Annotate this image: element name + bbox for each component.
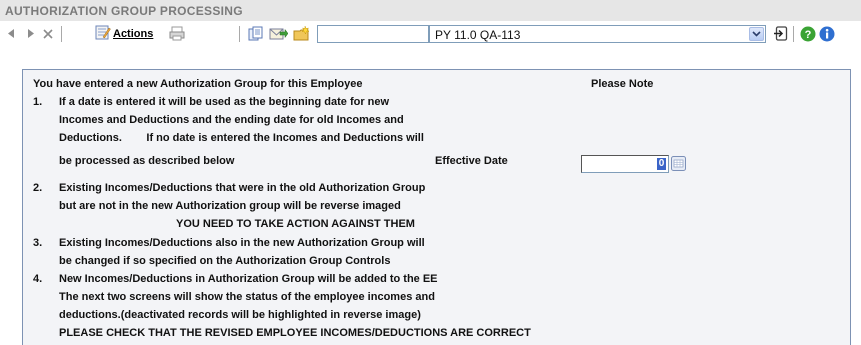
item-1-line: Deductions. If no date is entered the In… bbox=[59, 132, 424, 144]
send-mail-icon[interactable] bbox=[268, 25, 288, 42]
chevron-down-icon[interactable] bbox=[749, 27, 764, 41]
toolbar-separator bbox=[793, 26, 794, 42]
notice-intro: You have entered a new Authorization Gro… bbox=[33, 78, 363, 90]
search-input[interactable] bbox=[317, 25, 429, 43]
item-number: 1. bbox=[33, 96, 43, 108]
item-3-line: be changed if so specified on the Author… bbox=[59, 255, 391, 267]
close-icon[interactable] bbox=[42, 25, 54, 42]
print-icon[interactable] bbox=[168, 25, 186, 42]
toolbar-separator bbox=[239, 26, 240, 42]
item-2-line: Existing Incomes/Deductions that were in… bbox=[59, 182, 426, 194]
new-folder-icon[interactable] bbox=[292, 25, 310, 42]
item-number: 4. bbox=[33, 273, 43, 285]
item-number: 3. bbox=[33, 237, 43, 249]
copy-document-icon[interactable] bbox=[247, 25, 265, 42]
effective-date-label: Effective Date bbox=[435, 155, 508, 167]
svg-text:?: ? bbox=[805, 29, 812, 41]
page-title: AUTHORIZATION GROUP PROCESSING bbox=[5, 4, 243, 18]
actions-menu-button[interactable]: Actions bbox=[95, 25, 154, 43]
item-2-line: but are not in the new Authorization gro… bbox=[59, 200, 401, 212]
item-1-line: Incomes and Deductions and the ending da… bbox=[59, 114, 404, 126]
toolbar-separator bbox=[61, 26, 62, 42]
actions-icon bbox=[95, 25, 111, 43]
toolbar: Actions PY 11.0 QA-113 ? bbox=[0, 21, 861, 46]
item-4-line: The next two screens will show the statu… bbox=[59, 291, 435, 303]
item-number: 2. bbox=[33, 182, 43, 194]
company-select[interactable]: PY 11.0 QA-113 bbox=[429, 25, 766, 43]
item-4-line: New Incomes/Deductions in Authorization … bbox=[59, 273, 438, 285]
calendar-icon[interactable] bbox=[671, 156, 686, 171]
company-select-value: PY 11.0 QA-113 bbox=[435, 28, 521, 42]
actions-label: Actions bbox=[113, 28, 154, 40]
item-4-line: PLEASE CHECK THAT THE REVISED EMPLOYEE I… bbox=[59, 327, 531, 339]
item-3-line: Existing Incomes/Deductions also in the … bbox=[59, 237, 425, 249]
title-bar: AUTHORIZATION GROUP PROCESSING bbox=[0, 0, 861, 21]
effective-date-field[interactable]: 0 bbox=[581, 155, 669, 173]
authorization-notice-panel: You have entered a new Authorization Gro… bbox=[22, 69, 851, 345]
item-2-warning: YOU NEED TO TAKE ACTION AGAINST THEM bbox=[176, 218, 415, 230]
please-note-heading: Please Note bbox=[591, 78, 654, 90]
previous-record-icon[interactable] bbox=[6, 25, 16, 42]
help-icon[interactable]: ? bbox=[799, 25, 817, 42]
info-icon[interactable] bbox=[818, 25, 836, 42]
exit-icon[interactable] bbox=[771, 25, 789, 42]
effective-date-value: 0 bbox=[657, 158, 666, 170]
item-4-line: deductions.(deactivated records will be … bbox=[59, 309, 421, 321]
item-1-line: If a date is entered it will be used as … bbox=[59, 96, 390, 108]
next-record-icon[interactable] bbox=[25, 25, 35, 42]
item-1-line: be processed as described below bbox=[59, 155, 235, 167]
